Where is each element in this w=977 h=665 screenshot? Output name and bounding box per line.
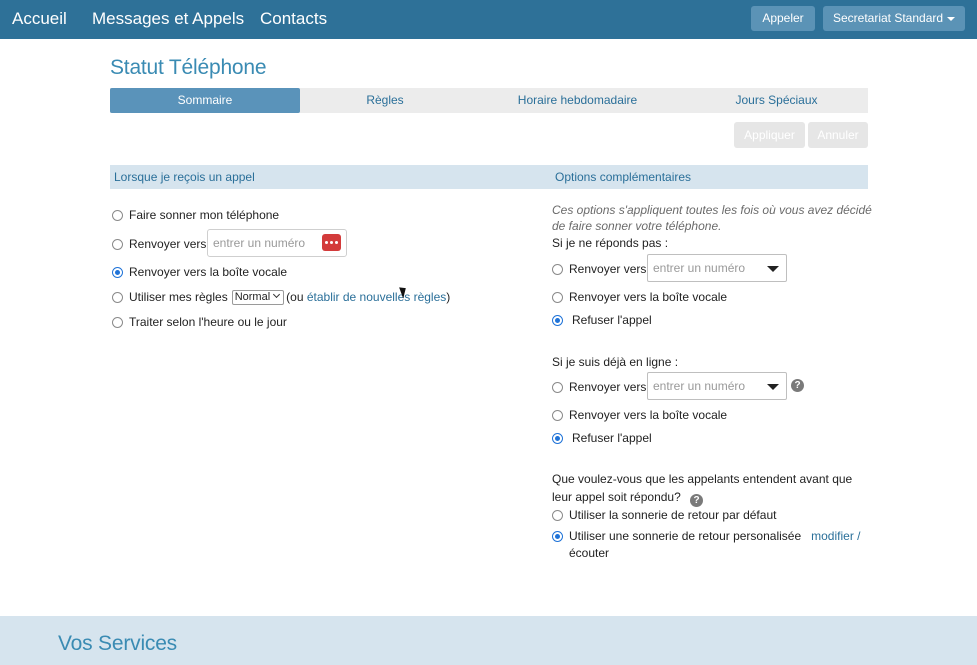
- caret-down-icon: [767, 266, 779, 272]
- ringback-default-label: Utiliser la sonnerie de retour par défau…: [569, 508, 777, 522]
- radio-schedule[interactable]: [112, 316, 123, 328]
- busy-option-forward[interactable]: Renvoyer vers: [552, 378, 646, 396]
- radio-use-rules[interactable]: [112, 291, 123, 303]
- option-voicemail[interactable]: Renvoyer vers la boîte vocale: [112, 263, 287, 281]
- nav-home-link[interactable]: Accueil: [12, 9, 67, 29]
- busy-label: Si je suis déjà en ligne :: [552, 355, 679, 369]
- tab-rules[interactable]: Règles: [300, 88, 470, 113]
- extra-options-section-header: Options complémentaires: [545, 165, 868, 189]
- radio-ring-phone[interactable]: [112, 209, 123, 221]
- rules-open-text: (ou: [286, 290, 304, 304]
- radio-noanswer-voicemail[interactable]: [552, 291, 563, 303]
- busy-voicemail-label: Renvoyer vers la boîte vocale: [569, 408, 728, 422]
- noanswer-option-forward[interactable]: Renvoyer vers: [552, 260, 646, 278]
- busy-number-placeholder: entrer un numéro: [653, 379, 746, 393]
- tab-weekly-schedule[interactable]: Horaire hebdomadaire: [470, 88, 685, 113]
- noanswer-option-voicemail[interactable]: Renvoyer vers la boîte vocale: [552, 288, 727, 306]
- option-use-rules-label: Utiliser mes règles: [129, 290, 228, 304]
- nav-contacts-link[interactable]: Contacts: [260, 9, 327, 29]
- account-dropdown-button[interactable]: Secretariat Standard: [823, 6, 965, 31]
- ringback-option-default[interactable]: Utiliser la sonnerie de retour par défau…: [552, 506, 776, 524]
- noanswer-number-placeholder: entrer un numéro: [653, 261, 746, 275]
- radio-busy-voicemail[interactable]: [552, 409, 563, 421]
- more-options-icon[interactable]: [322, 234, 341, 251]
- busy-forward-label: Renvoyer vers: [569, 380, 647, 394]
- tab-rules-label: Règles: [366, 93, 404, 107]
- caret-down-icon: [767, 384, 779, 390]
- account-button-label: Secretariat Standard: [832, 11, 944, 25]
- option-schedule[interactable]: Traiter selon l'heure ou le jour: [112, 313, 287, 331]
- tab-special-days-label: Jours Spéciaux: [735, 93, 818, 107]
- ringback-question-line1: Que voulez-vous que les appelants entend…: [552, 472, 853, 486]
- modify-ringback-link[interactable]: modifier /: [811, 529, 860, 543]
- no-answer-label: Si je ne réponds pas :: [552, 236, 669, 250]
- ringback-question-line2: leur appel soit répondu? ?: [552, 490, 704, 507]
- rules-select-value: Normal: [234, 290, 271, 303]
- busy-option-voicemail[interactable]: Renvoyer vers la boîte vocale: [552, 406, 727, 424]
- page-title: Statut Téléphone: [110, 56, 267, 79]
- call-button[interactable]: Appeler: [751, 6, 815, 31]
- ringback-question-text: leur appel soit répondu?: [552, 490, 681, 504]
- rules-close-text: ): [446, 290, 451, 304]
- busy-refuse-label: Refuser l'appel: [572, 431, 652, 445]
- busy-number-select[interactable]: entrer un numéro: [647, 372, 787, 400]
- noanswer-forward-label: Renvoyer vers: [569, 262, 647, 276]
- nav-messages-link[interactable]: Messages et Appels: [92, 9, 244, 29]
- radio-ringback-default[interactable]: [552, 509, 563, 521]
- radio-ringback-custom[interactable]: [552, 530, 563, 542]
- top-navbar: Accueil Messages et Appels Contacts Appe…: [0, 0, 977, 39]
- help-icon[interactable]: ?: [791, 379, 804, 392]
- option-ring-phone-label: Faire sonner mon téléphone: [129, 208, 280, 222]
- radio-noanswer-forward[interactable]: [552, 263, 563, 275]
- listen-ringback-link[interactable]: écouter: [569, 546, 609, 560]
- call-button-label: Appeler: [762, 11, 804, 25]
- option-ring-phone[interactable]: Faire sonner mon téléphone: [112, 206, 279, 224]
- apply-button[interactable]: Appliquer: [734, 122, 805, 148]
- extra-options-note: Ces options s'appliquent toutes les fois…: [552, 203, 872, 233]
- tab-bar: Sommaire Règles Horaire hebdomadaire Jou…: [110, 88, 868, 113]
- services-footer: Vos Services: [0, 616, 977, 665]
- tab-special-days[interactable]: Jours Spéciaux: [685, 88, 868, 113]
- tab-summary[interactable]: Sommaire: [110, 88, 300, 113]
- noanswer-voicemail-label: Renvoyer vers la boîte vocale: [569, 290, 728, 304]
- noanswer-number-select[interactable]: entrer un numéro: [647, 254, 787, 282]
- option-forward[interactable]: Renvoyer vers: [112, 235, 206, 253]
- cancel-button[interactable]: Annuler: [808, 122, 868, 148]
- radio-forward[interactable]: [112, 238, 123, 250]
- ringback-option-custom[interactable]: Utiliser une sonnerie de retour personal…: [552, 527, 861, 545]
- rules-select[interactable]: Normal: [231, 289, 285, 305]
- option-schedule-label: Traiter selon l'heure ou le jour: [129, 315, 287, 329]
- tab-weekly-schedule-label: Horaire hebdomadaire: [517, 93, 638, 107]
- services-title: Vos Services: [58, 632, 177, 655]
- option-forward-label: Renvoyer vers: [129, 237, 207, 251]
- option-voicemail-label: Renvoyer vers la boîte vocale: [129, 265, 288, 279]
- chevron-down-icon: [273, 290, 281, 298]
- incoming-call-section-header: Lorsque je reçois un appel: [110, 165, 545, 189]
- radio-voicemail[interactable]: [112, 266, 123, 278]
- noanswer-refuse-label: Refuser l'appel: [572, 313, 652, 327]
- noanswer-option-refuse[interactable]: Refuser l'appel: [552, 311, 652, 329]
- busy-option-refuse[interactable]: Refuser l'appel: [552, 429, 652, 447]
- radio-busy-forward[interactable]: [552, 381, 563, 393]
- radio-noanswer-refuse[interactable]: [552, 314, 563, 326]
- ringback-custom-label: Utiliser une sonnerie de retour personal…: [569, 529, 802, 543]
- create-rules-link[interactable]: établir de nouvelles règles: [307, 290, 446, 304]
- radio-busy-refuse[interactable]: [552, 432, 563, 444]
- caret-down-icon: [947, 16, 956, 21]
- tab-summary-label: Sommaire: [177, 93, 233, 107]
